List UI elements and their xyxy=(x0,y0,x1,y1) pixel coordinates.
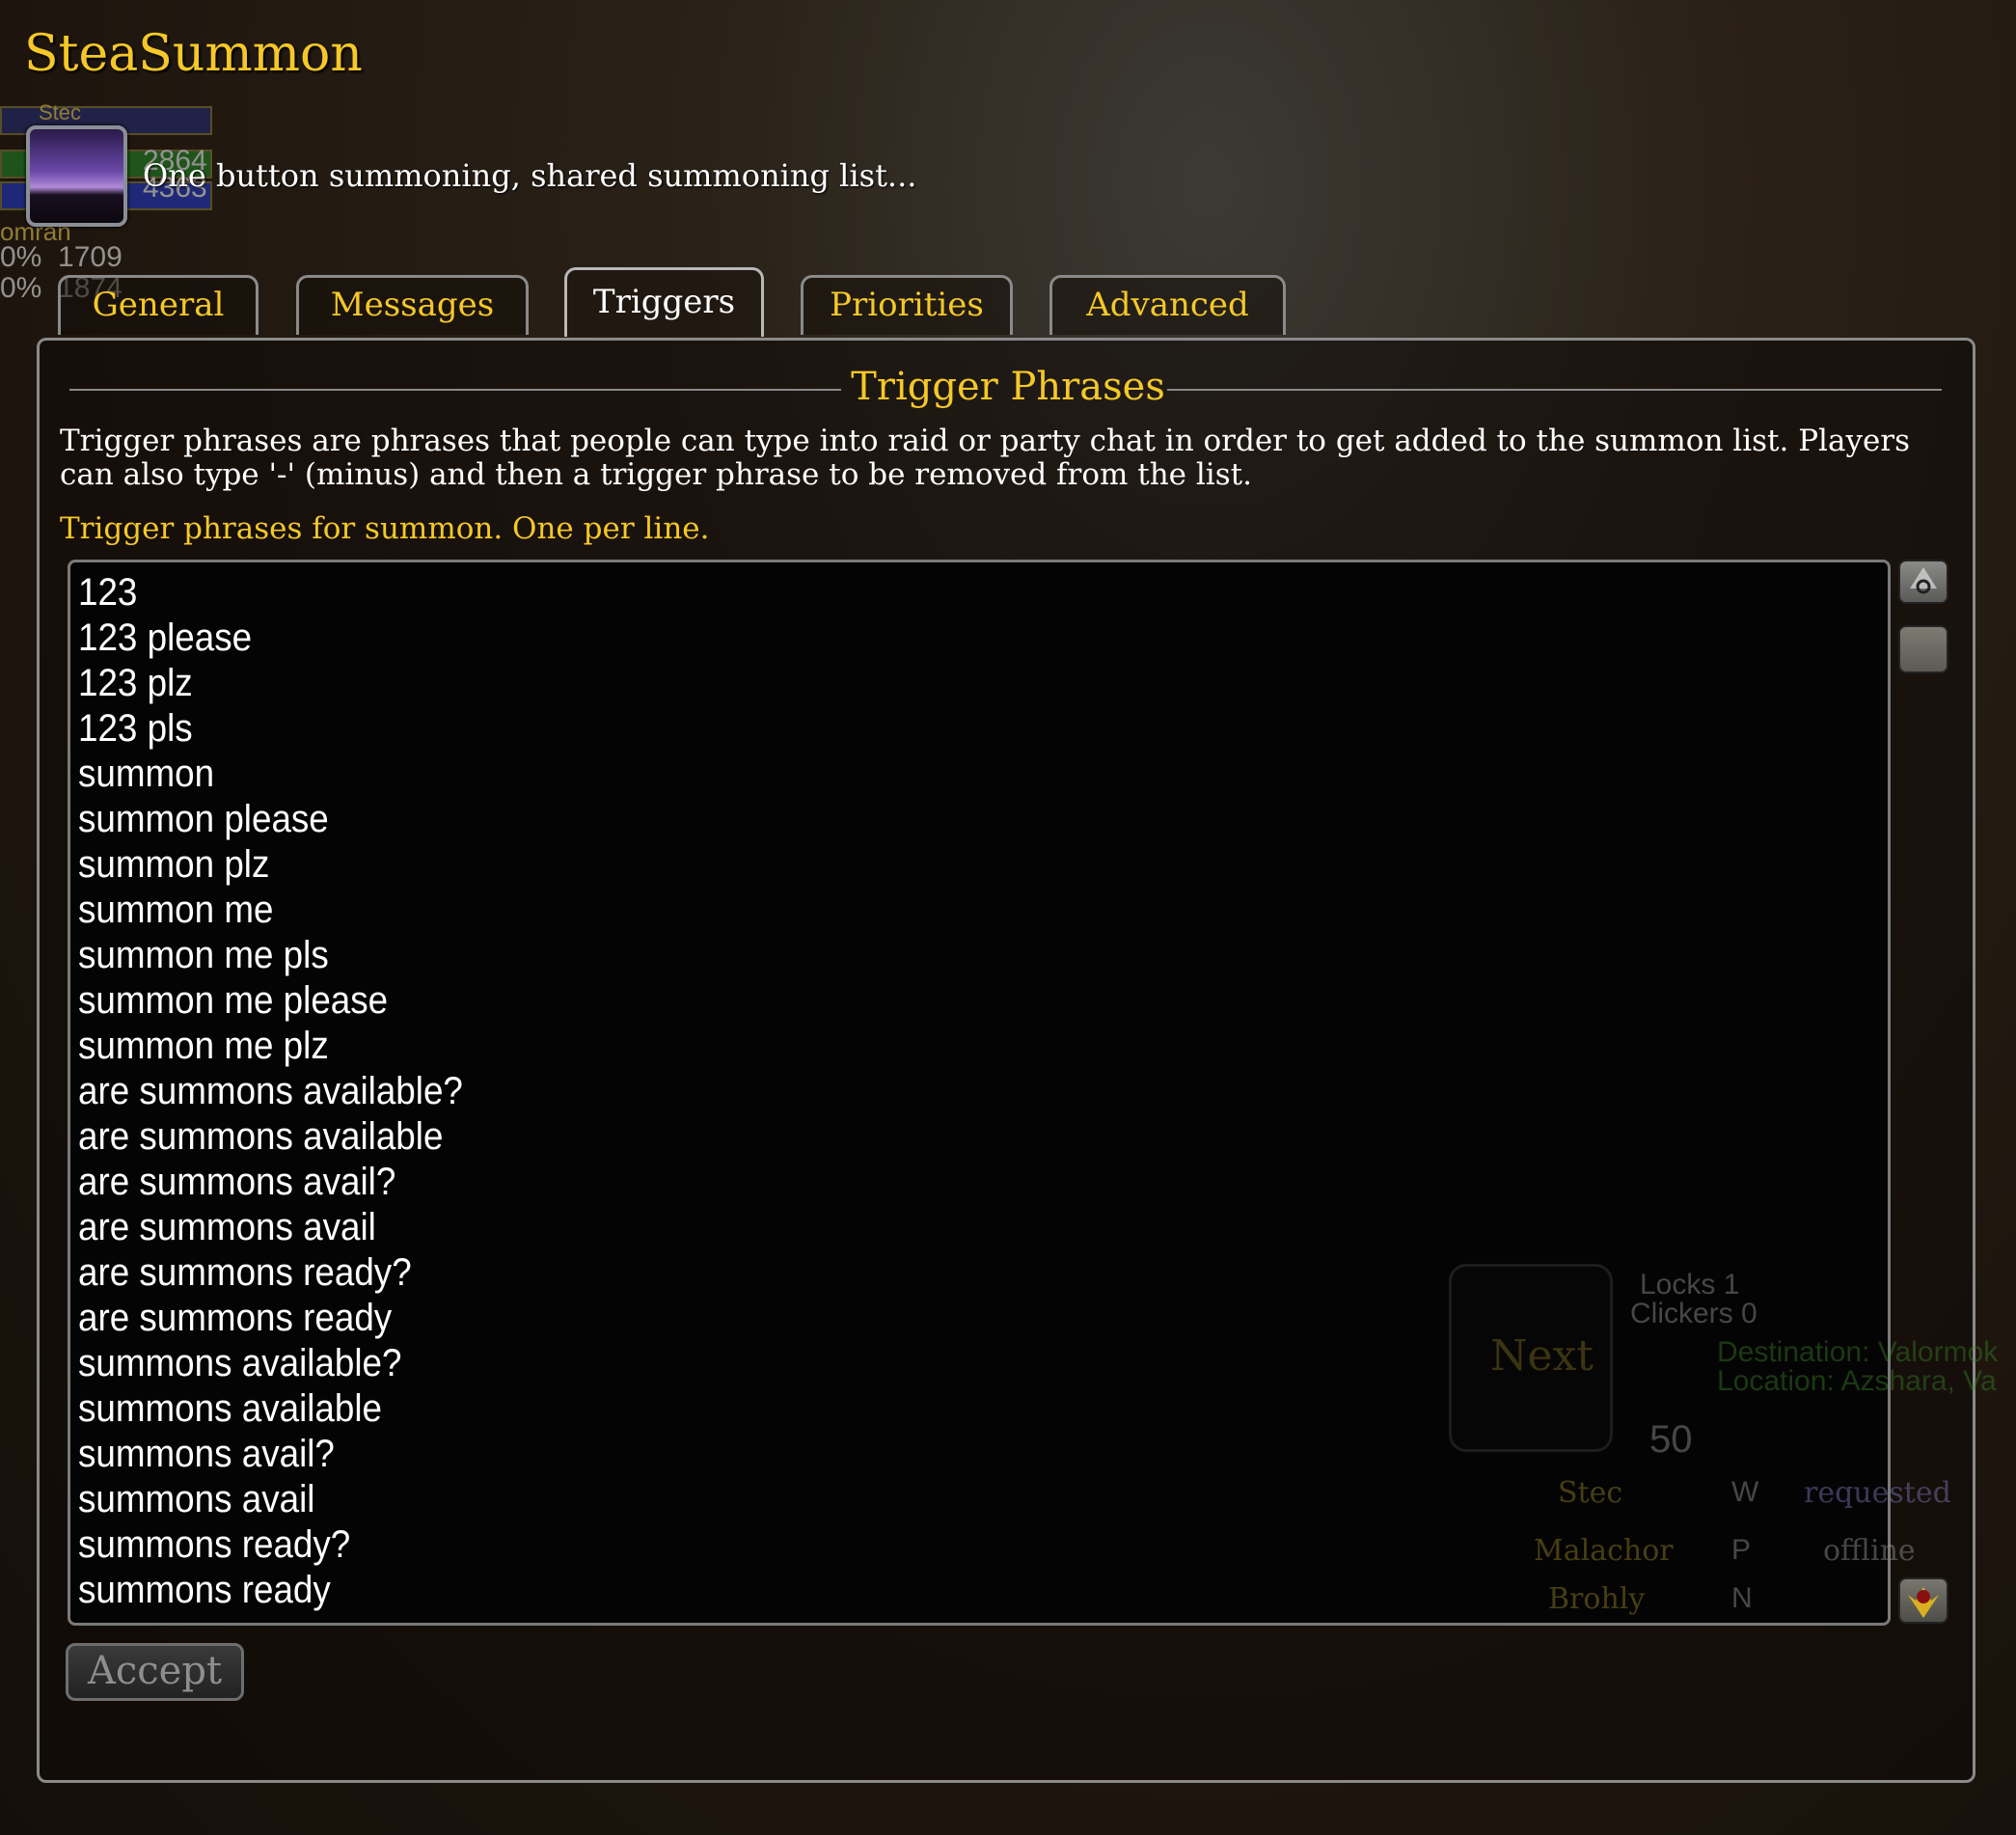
scroll-up-button[interactable] xyxy=(1898,560,1948,604)
phrase-line: summon me xyxy=(78,889,274,931)
arrow-up-icon xyxy=(1910,567,1937,594)
phrase-line: summons avail xyxy=(78,1478,315,1520)
phrase-line: 123 please xyxy=(78,616,253,659)
phrase-line: summon please xyxy=(78,798,329,840)
phrase-line: summon me plz xyxy=(78,1025,329,1067)
addon-title: SteaSummon xyxy=(24,25,363,83)
phrase-line: are summons ready xyxy=(78,1297,393,1339)
minimap-summon-button[interactable] xyxy=(1898,1577,1948,1624)
tab-general[interactable]: General xyxy=(58,275,259,335)
unit-percent: 0% xyxy=(0,272,42,304)
phrase-line: summon me please xyxy=(78,979,389,1022)
phrase-line: are summons avail xyxy=(78,1206,376,1248)
phrase-line: summons ready xyxy=(78,1569,331,1611)
section-title: Trigger Phrases xyxy=(0,365,2016,409)
phrase-line: 123 pls xyxy=(78,707,193,750)
trigger-phrases-textarea[interactable]: 123 123 please 123 plz 123 pls summon summon … xyxy=(68,560,1891,1626)
unit-value: 1709 xyxy=(58,241,123,273)
phrase-line: 123 plz xyxy=(78,662,193,704)
phrase-line: summons available xyxy=(78,1387,382,1430)
phrase-line: summon plz xyxy=(78,843,270,886)
unit-percent: 0% xyxy=(0,241,42,273)
tab-messages[interactable]: Messages xyxy=(296,275,529,335)
phrase-line: are summons available xyxy=(78,1115,444,1158)
phrase-line: 123 xyxy=(78,571,138,614)
phrase-line: summons avail? xyxy=(78,1433,335,1475)
phrase-line: are summons avail? xyxy=(78,1161,396,1203)
accept-button[interactable]: Accept xyxy=(66,1643,244,1701)
phrase-line: are summons ready? xyxy=(78,1251,412,1294)
addon-subtitle: One button summoning, shared summoning l… xyxy=(143,157,917,194)
phrase-line: summons ready? xyxy=(78,1523,351,1566)
phrase-line: summons available? xyxy=(78,1342,402,1384)
phrase-line: are summons available? xyxy=(78,1070,463,1112)
phrase-line: summon xyxy=(78,753,215,795)
unit-name: Stec xyxy=(39,100,82,124)
summon-portal-icon xyxy=(26,125,127,227)
scrollbar-thumb[interactable] xyxy=(1898,625,1948,673)
phrase-lines: 123 123 please 123 plz 123 pls summon summon … xyxy=(78,570,1888,1613)
section-title-text: Trigger Phrases xyxy=(851,365,1165,409)
tab-advanced[interactable]: Advanced xyxy=(1049,275,1286,335)
shield-emblem-icon xyxy=(1908,1587,1939,1618)
section-description: Trigger phrases are phrases that people … xyxy=(60,424,1911,492)
tab-priorities[interactable]: Priorities xyxy=(801,275,1013,335)
field-label: Trigger phrases for summon. One per line… xyxy=(60,511,710,546)
tab-triggers[interactable]: Triggers xyxy=(564,267,764,337)
phrase-line: summon me pls xyxy=(78,934,329,976)
